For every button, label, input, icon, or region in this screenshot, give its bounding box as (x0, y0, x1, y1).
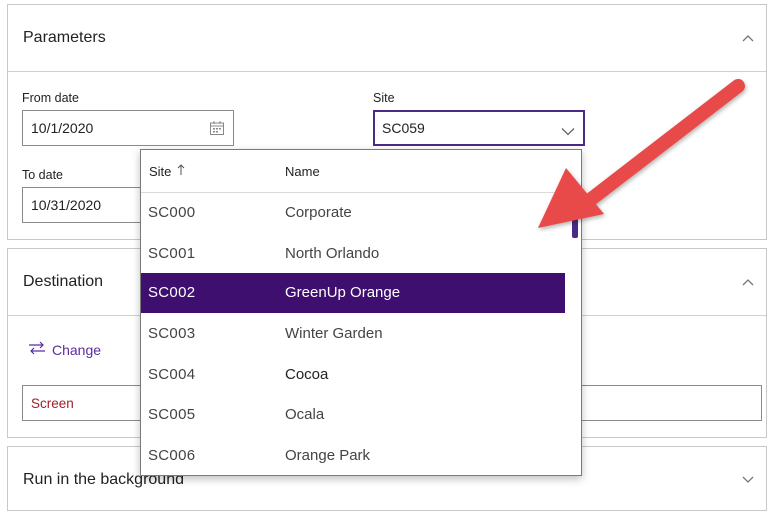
from-date-label: From date (22, 91, 79, 105)
swap-arrows-icon (28, 341, 46, 358)
sort-ascending-icon (177, 164, 185, 179)
site-code: SC005 (148, 406, 196, 423)
site-code: SC002 (148, 284, 196, 301)
lookup-header: Site Name (141, 150, 581, 193)
lookup-row[interactable]: SC003 Winter Garden (141, 314, 565, 354)
lookup-row-selected[interactable]: SC002 GreenUp Orange (141, 273, 565, 313)
site-name: Corporate (285, 204, 352, 221)
site-name: Winter Garden (285, 325, 383, 342)
site-code: SC003 (148, 325, 196, 342)
site-value: SC059 (382, 120, 425, 136)
site-name: North Orlando (285, 245, 380, 262)
site-name: Cocoa (285, 366, 329, 383)
column-header-name[interactable]: Name (285, 164, 320, 179)
chevron-down-icon[interactable] (561, 123, 575, 139)
from-date-input[interactable]: 10/1/2020 (22, 110, 234, 146)
site-code: SC001 (148, 245, 196, 262)
calendar-icon[interactable] (209, 120, 225, 139)
column-header-site[interactable]: Site (149, 164, 185, 179)
site-label: Site (373, 91, 395, 105)
change-label: Change (52, 341, 102, 358)
destination-value: Screen (31, 395, 74, 411)
parameters-header[interactable]: Parameters (8, 5, 766, 71)
lookup-row[interactable]: SC000 Corporate (141, 193, 565, 233)
site-name: Ocala (285, 406, 325, 423)
divider (8, 71, 766, 72)
chevron-up-icon[interactable] (742, 34, 754, 44)
lookup-row[interactable]: SC004 Cocoa (141, 355, 565, 395)
chevron-down-icon[interactable] (742, 476, 754, 486)
site-lookup-dropdown[interactable]: Site Name SC000 Corporate SC001 North Or… (140, 149, 582, 476)
change-button[interactable]: Change (28, 341, 101, 358)
to-date-value: 10/31/2020 (31, 197, 102, 213)
scrollbar-thumb[interactable] (572, 196, 578, 238)
destination-title: Destination (23, 273, 104, 290)
chevron-up-icon[interactable] (742, 278, 754, 288)
parameters-title: Parameters (23, 29, 106, 46)
site-name: Orange Park (285, 447, 371, 464)
to-date-label: To date (22, 168, 64, 182)
lookup-row[interactable]: SC005 Ocala (141, 395, 565, 435)
column-header-site-label: Site (149, 164, 172, 179)
site-select[interactable]: SC059 (373, 110, 585, 146)
site-name: GreenUp Orange (285, 284, 401, 301)
lookup-row[interactable]: SC001 North Orlando (141, 234, 565, 274)
lookup-row[interactable]: SC006 Orange Park (141, 436, 565, 475)
site-code: SC004 (148, 366, 196, 383)
site-code: SC006 (148, 447, 196, 464)
site-code: SC000 (148, 204, 196, 221)
from-date-value: 10/1/2020 (31, 120, 94, 136)
